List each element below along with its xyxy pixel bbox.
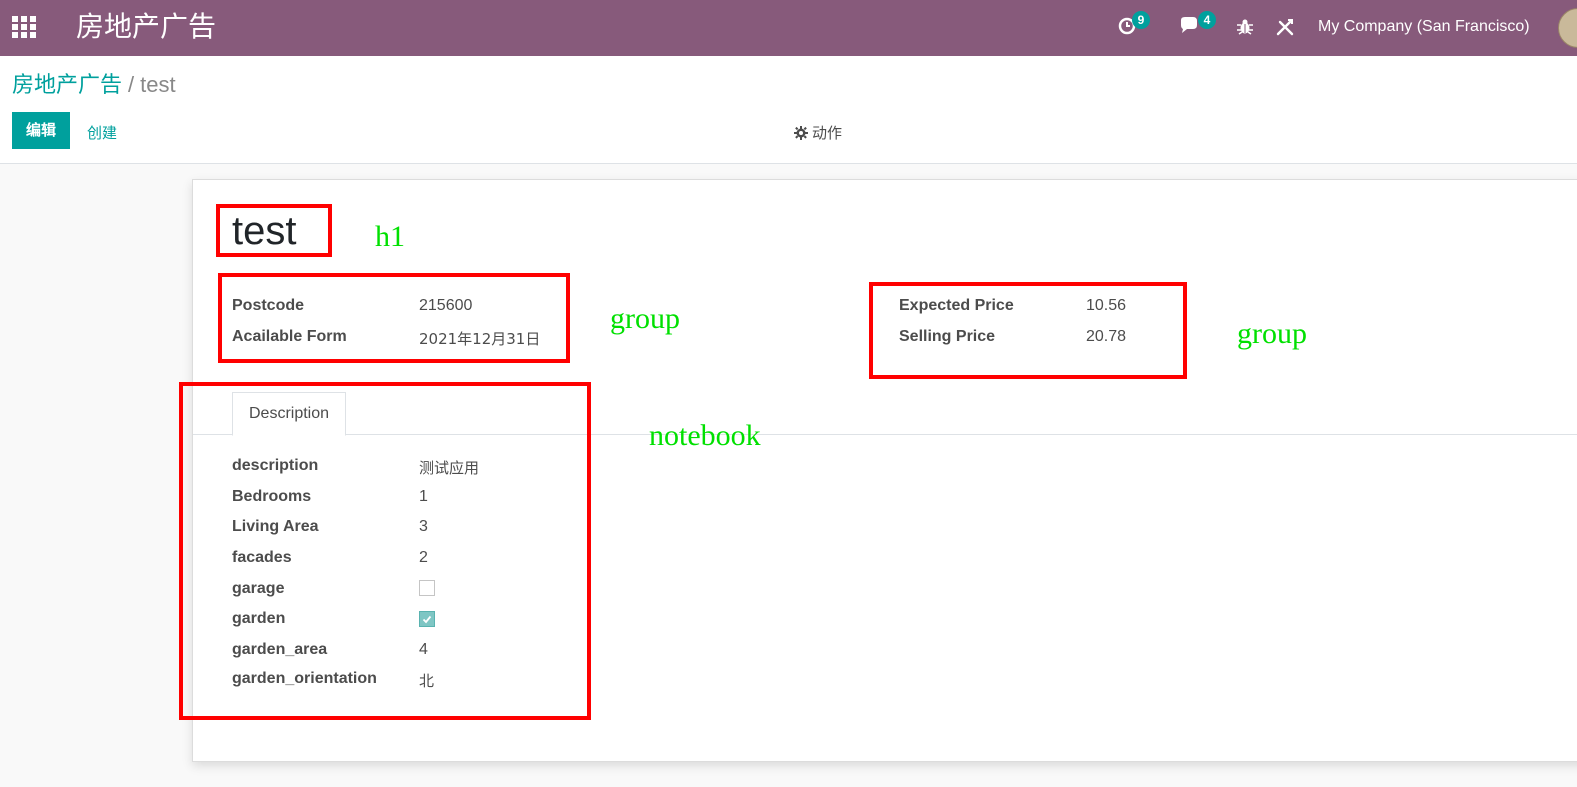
avatar[interactable] bbox=[1558, 8, 1577, 48]
available-form-label: Acailable Form bbox=[232, 328, 347, 345]
bedrooms-label: Bedrooms bbox=[232, 488, 312, 505]
control-panel: 房地产广告 / test 编辑 创建 动作 bbox=[0, 56, 1577, 164]
garage-checkbox bbox=[419, 580, 435, 596]
garden-area-label: garden_area bbox=[232, 641, 328, 658]
group-right-annotation-label: group bbox=[1237, 317, 1307, 350]
notebook-annotation-label: notebook bbox=[649, 419, 761, 452]
selling-price-value: 20.78 bbox=[1086, 328, 1127, 345]
create-button[interactable]: 创建 bbox=[87, 122, 117, 143]
action-menu-button[interactable]: 动作 bbox=[794, 122, 842, 144]
action-menu-label: 动作 bbox=[812, 124, 843, 142]
selling-price-label: Selling Price bbox=[899, 328, 996, 345]
expected-price-label: Expected Price bbox=[899, 297, 1014, 314]
apps-menu-icon[interactable] bbox=[12, 16, 36, 38]
activity-menu[interactable]: 9 bbox=[1117, 11, 1150, 41]
breadcrumb-current: test bbox=[140, 72, 176, 97]
h1-annotation-label: h1 bbox=[375, 220, 405, 253]
living-area-label: Living Area bbox=[232, 518, 319, 535]
facades-value: 2 bbox=[419, 549, 428, 566]
available-form-value: 2021年12月31日 bbox=[419, 330, 541, 348]
check-icon bbox=[422, 615, 432, 624]
messaging-menu[interactable]: 4 bbox=[1179, 11, 1216, 41]
description-label: description bbox=[232, 457, 319, 474]
living-area-value: 3 bbox=[419, 518, 428, 535]
tools-icon bbox=[1276, 19, 1294, 36]
form-sheet bbox=[192, 179, 1577, 762]
gear-icon bbox=[794, 126, 808, 144]
breadcrumb-parent-link[interactable]: 房地产广告 bbox=[12, 73, 122, 98]
message-count-badge: 4 bbox=[1198, 11, 1216, 29]
garage-label: garage bbox=[232, 580, 285, 597]
description-value: 测试应用 bbox=[419, 459, 480, 477]
breadcrumb-separator: / bbox=[128, 72, 135, 97]
bedrooms-value: 1 bbox=[419, 488, 428, 505]
notebook-tab-divider bbox=[193, 434, 1577, 435]
postcode-label: Postcode bbox=[232, 297, 305, 314]
main-navbar: 房地产广告 9 4 My Company (San Francisco) bbox=[0, 0, 1577, 56]
edit-button[interactable]: 编辑 bbox=[12, 112, 70, 149]
garden-orientation-label: garden_orientation bbox=[232, 670, 377, 687]
bug-icon bbox=[1237, 19, 1253, 35]
app-title[interactable]: 房地产广告 bbox=[76, 8, 216, 46]
group-left-annotation-label: group bbox=[610, 302, 680, 335]
facades-label: facades bbox=[232, 549, 292, 566]
tools-menu[interactable] bbox=[1276, 18, 1294, 41]
record-title: test bbox=[232, 209, 297, 253]
garden-orientation-value: 北 bbox=[419, 672, 435, 690]
company-switcher[interactable]: My Company (San Francisco) bbox=[1318, 18, 1530, 36]
garden-area-value: 4 bbox=[419, 641, 428, 658]
tab-description[interactable]: Description bbox=[232, 392, 346, 436]
garden-checkbox bbox=[419, 611, 435, 627]
breadcrumb: 房地产广告 / test bbox=[12, 70, 176, 101]
debug-menu[interactable] bbox=[1236, 18, 1254, 41]
postcode-value: 215600 bbox=[419, 297, 473, 314]
expected-price-value: 10.56 bbox=[1086, 297, 1127, 314]
activity-count-badge: 9 bbox=[1132, 11, 1150, 29]
garden-label: garden bbox=[232, 610, 286, 627]
